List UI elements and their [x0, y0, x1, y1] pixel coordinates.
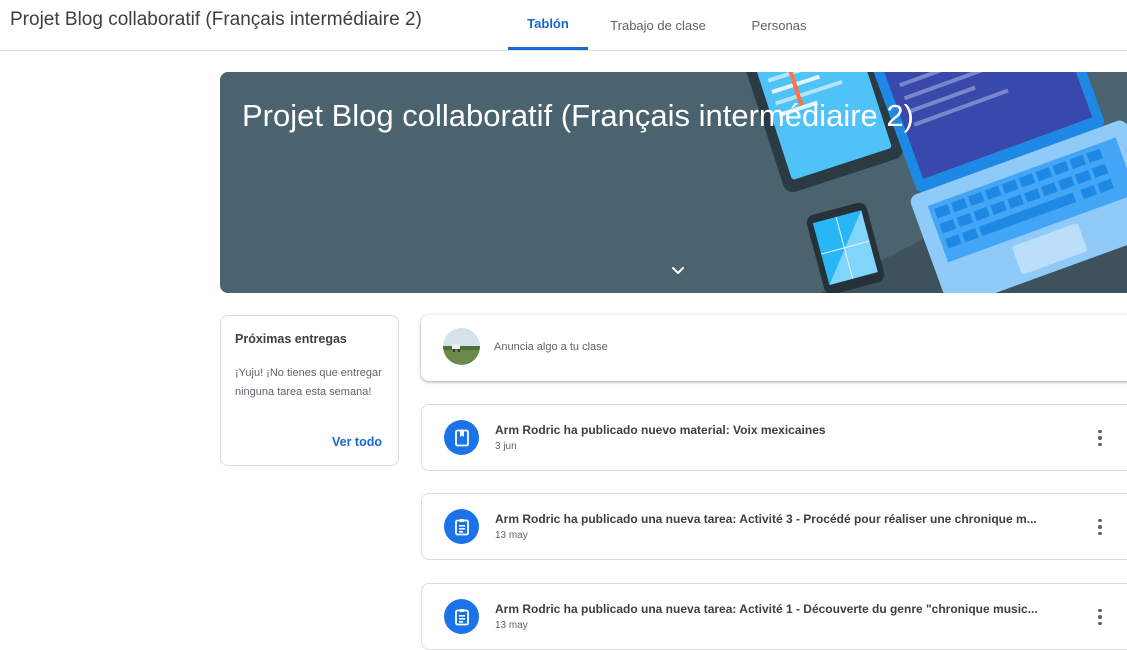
announce-input[interactable]: Anuncia algo a tu clase — [494, 341, 608, 353]
post-title[interactable]: Arm Rodric ha publicado una nueva tarea:… — [495, 602, 1038, 616]
post-date: 13 may — [495, 620, 528, 631]
tab-stream[interactable]: Tablón — [508, 0, 588, 50]
more-options-icon[interactable] — [1092, 606, 1108, 628]
tab-people[interactable]: Personas — [738, 0, 820, 50]
app-title: Projet Blog collaboratif (Français inter… — [10, 9, 422, 30]
view-all-link[interactable]: Ver todo — [332, 435, 382, 449]
announce-box[interactable]: Anuncia algo a tu clase — [421, 315, 1127, 381]
post-title[interactable]: Arm Rodric ha publicado una nueva tarea:… — [495, 512, 1037, 526]
assignment-icon — [444, 599, 479, 634]
class-banner: Projet Blog collaboratif (Français inter… — [220, 72, 1127, 293]
material-icon — [444, 420, 479, 455]
tab-classwork[interactable]: Trabajo de clase — [600, 0, 716, 50]
post-date: 3 jun — [495, 441, 517, 452]
more-options-icon[interactable] — [1092, 427, 1108, 449]
stream-post[interactable]: Arm Rodric ha publicado una nueva tarea:… — [421, 583, 1127, 650]
avatar — [443, 328, 480, 365]
top-bar: Projet Blog collaboratif (Français inter… — [0, 0, 1127, 51]
post-title[interactable]: Arm Rodric ha publicado nuevo material: … — [495, 423, 826, 437]
upcoming-card: Próximas entregas ¡Yuju! ¡No tienes que … — [220, 315, 399, 466]
stream-post[interactable]: Arm Rodric ha publicado nuevo material: … — [421, 404, 1127, 471]
upcoming-message: ¡Yuju! ¡No tienes que entregar ninguna t… — [235, 367, 382, 398]
stream-post[interactable]: Arm Rodric ha publicado una nueva tarea:… — [421, 493, 1127, 560]
assignment-icon — [444, 509, 479, 544]
banner-title: Projet Blog collaboratif (Français inter… — [242, 98, 914, 133]
chevron-down-icon[interactable] — [666, 258, 690, 282]
post-date: 13 may — [495, 530, 528, 541]
upcoming-title: Próximas entregas — [235, 332, 347, 346]
more-options-icon[interactable] — [1092, 516, 1108, 538]
